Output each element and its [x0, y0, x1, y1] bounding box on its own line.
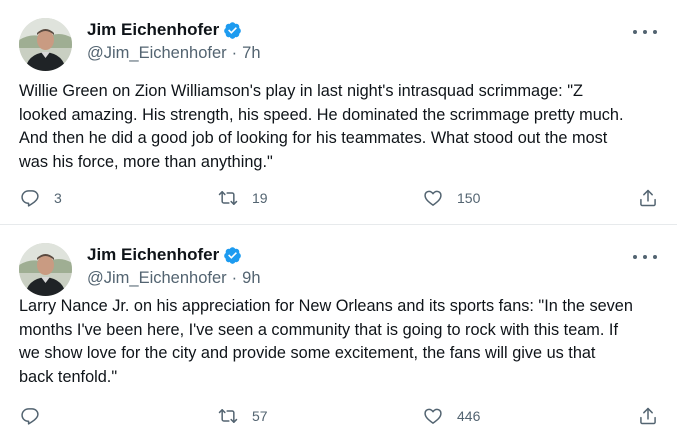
tweet-time[interactable]: 9h: [242, 269, 260, 287]
author-handle[interactable]: @Jim_Eichenhofer: [87, 269, 227, 287]
tweet-time[interactable]: 7h: [242, 44, 260, 62]
retweet-icon: [218, 406, 238, 426]
author-name[interactable]: Jim Eichenhofer: [87, 20, 219, 40]
share-button[interactable]: [638, 404, 658, 428]
reply-icon: [20, 188, 40, 208]
share-button[interactable]: [638, 186, 658, 210]
reply-count: 3: [54, 190, 62, 206]
retweet-icon: [218, 188, 238, 208]
verified-icon: [223, 21, 242, 40]
author-name-row: Jim Eichenhofer: [87, 243, 242, 267]
separator-dot: ·: [231, 269, 238, 287]
share-icon: [638, 406, 658, 426]
more-icon[interactable]: [633, 23, 657, 41]
like-button[interactable]: 150: [423, 186, 480, 210]
tweet-text: Larry Nance Jr. on his appreciation for …: [19, 297, 633, 386]
like-icon: [423, 406, 443, 426]
retweet-button[interactable]: 57: [218, 404, 268, 428]
retweet-button[interactable]: 19: [218, 186, 268, 210]
tweet-actions: 3 19 150: [0, 186, 677, 210]
author-handle[interactable]: @Jim_Eichenhofer: [87, 44, 227, 62]
reply-button[interactable]: [20, 404, 54, 428]
verified-icon: [223, 246, 242, 265]
reply-button[interactable]: 3: [20, 186, 62, 210]
like-icon: [423, 188, 443, 208]
more-icon[interactable]: [633, 248, 657, 266]
share-icon: [638, 188, 658, 208]
separator-dot: ·: [231, 44, 238, 62]
avatar[interactable]: [19, 243, 72, 296]
like-count: 150: [457, 190, 481, 206]
author-name[interactable]: Jim Eichenhofer: [87, 245, 219, 265]
retweet-count: 57: [252, 408, 268, 424]
author-name-row: Jim Eichenhofer: [87, 18, 242, 42]
like-count: 446: [457, 408, 481, 424]
reply-icon: [20, 406, 40, 426]
tweet-actions: 57 446: [0, 404, 677, 428]
tweet-text: Willie Green on Zion Williamson's play i…: [19, 82, 624, 171]
author-meta: @Jim_Eichenhofer · 9h: [87, 269, 261, 288]
avatar[interactable]: [19, 18, 72, 71]
retweet-count: 19: [252, 190, 268, 206]
tweet[interactable]: Jim Eichenhofer @Jim_Eichenhofer · 9h Larr…: [0, 225, 677, 434]
like-button[interactable]: 446: [423, 404, 480, 428]
tweet[interactable]: Jim Eichenhofer @Jim_Eichenhofer · 7h Will…: [0, 0, 677, 224]
author-meta: @Jim_Eichenhofer · 7h: [87, 44, 261, 63]
